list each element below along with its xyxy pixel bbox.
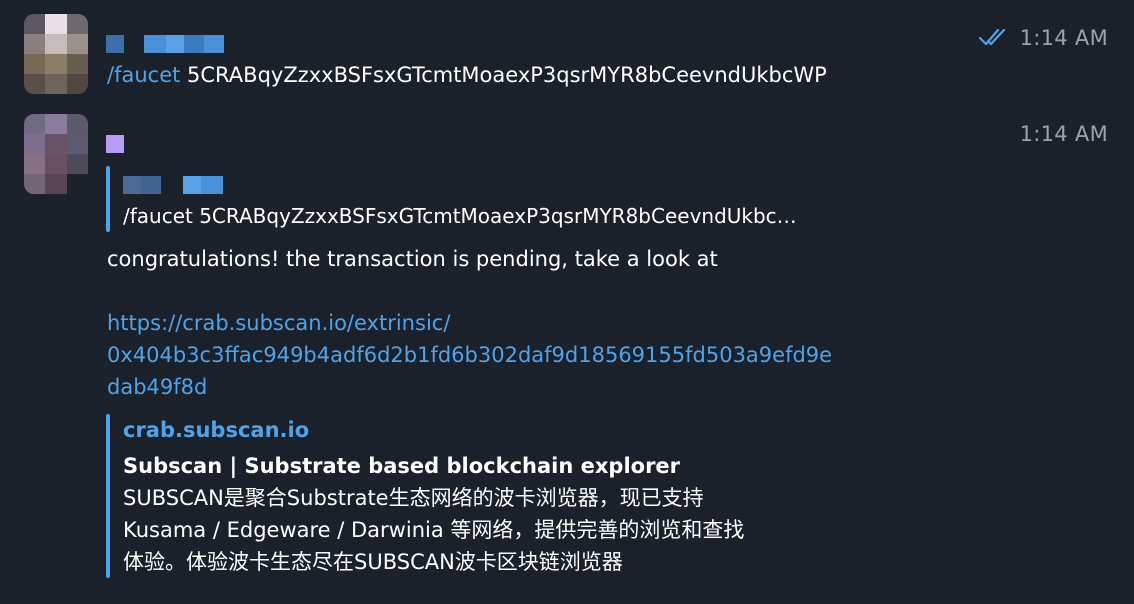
message-2: 1:14 AM /faucet 5CRABqyZzxxBSFsxGTcmtMoa… [0, 110, 1134, 604]
subscan-link-line-2[interactable]: 0x404b3c3ffac949b4adf6d2b1fd6b302daf9d18… [107, 343, 832, 367]
preview-title: Subscan | Substrate based blockchain exp… [123, 454, 681, 478]
message-body: congratulations! the transaction is pend… [107, 247, 718, 271]
message-text: /faucet 5CRABqyZzxxBSFsxGTcmtMoaexP3qsrM… [107, 63, 827, 87]
avatar[interactable] [24, 114, 88, 194]
reply-text[interactable]: /faucet 5CRABqyZzxxBSFsxGTcmtMoaexP3qsrM… [123, 204, 797, 228]
command-link[interactable]: /faucet [107, 63, 180, 87]
message-1: 1:14 AM /faucet 5CRABqyZzxxBSFsxGTcmtMoa… [0, 0, 1134, 110]
preview-description-line-2: Kusama / Edgeware / Darwinia 等网络，提供完善的浏览… [123, 518, 745, 542]
preview-bar [106, 414, 110, 578]
double-check-icon [978, 28, 1006, 46]
avatar[interactable] [24, 14, 88, 94]
reply-sender-name[interactable] [123, 176, 223, 194]
reply-quote-bar [106, 166, 110, 232]
preview-site-name[interactable]: crab.subscan.io [123, 418, 309, 442]
preview-description-line-3: 体验。体验波卡生态尽在SUBSCAN波卡区块链浏览器 [123, 550, 623, 574]
sender-name[interactable] [106, 135, 124, 153]
preview-description-line-1: SUBSCAN是聚合Substrate生态网络的波卡浏览器，现已支持 [123, 486, 704, 510]
wallet-address: 5CRABqyZzxxBSFsxGTcmtMoaexP3qsrMYR8bCeev… [180, 63, 827, 87]
subscan-link-line-1[interactable]: https://crab.subscan.io/extrinsic/ [107, 311, 450, 335]
timestamp: 1:14 AM [1019, 122, 1108, 146]
sender-name[interactable] [106, 35, 224, 53]
subscan-link-line-3[interactable]: dab49f8d [107, 375, 207, 399]
timestamp: 1:14 AM [1019, 26, 1108, 50]
